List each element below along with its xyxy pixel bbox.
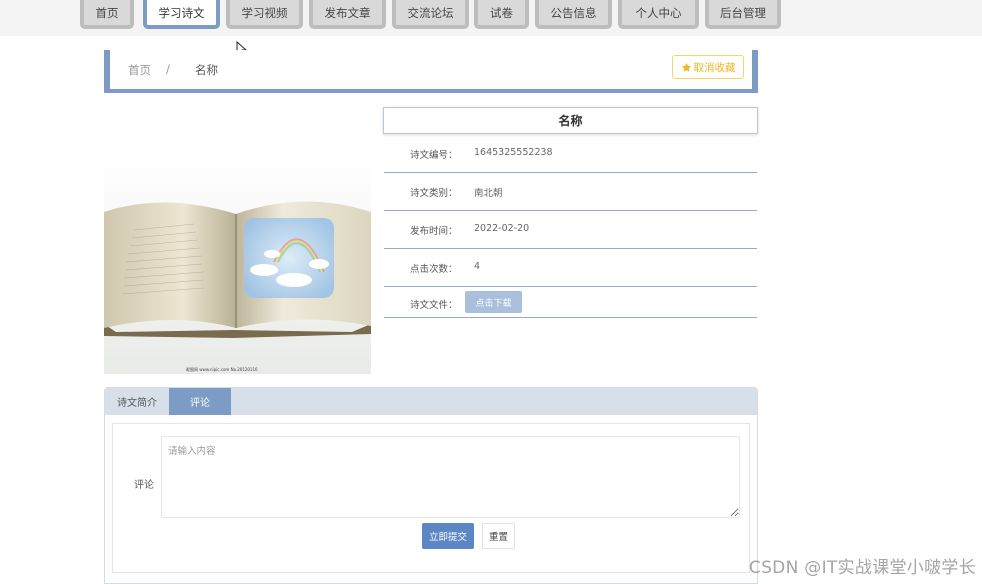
watermark-text: CSDN @IT实战课堂小啵学长 — [748, 558, 976, 578]
publish-time-label: 发布时间： — [410, 226, 458, 237]
nav-exam[interactable]: 试卷 — [474, 0, 529, 29]
category-value: 南北朝 — [474, 188, 503, 199]
comment-form: 评论 立即提交 重置 — [112, 423, 750, 573]
breadcrumb-separator: / — [166, 62, 170, 76]
tab-poem-intro[interactable]: 诗文简介 — [105, 388, 169, 415]
poem-title: 名称 — [383, 107, 758, 134]
breadcrumb-current: 名称 — [195, 63, 218, 77]
reset-button[interactable]: 重置 — [482, 523, 515, 549]
top-nav-bar: 首页 学习诗文 学习视频 发布文章 交流论坛 试卷 公告信息 个人中心 后台管理 — [0, 0, 982, 36]
nav-admin[interactable]: 后台管理 — [705, 0, 781, 29]
code-value: 1645325552238 — [474, 147, 553, 158]
nav-publish-article[interactable]: 发布文章 — [309, 0, 386, 29]
detail-tabs-panel: 诗文简介 评论 评论 立即提交 重置 — [104, 387, 758, 584]
info-row-clicks: 点击次数： 4 — [384, 249, 757, 287]
nav-study-videos[interactable]: 学习视频 — [226, 0, 303, 29]
star-icon — [681, 62, 691, 72]
cancel-favorite-button[interactable]: 取消收藏 — [672, 55, 744, 79]
submit-button[interactable]: 立即提交 — [422, 523, 474, 549]
tab-header: 诗文简介 评论 — [105, 388, 757, 415]
nav-forum[interactable]: 交流论坛 — [392, 0, 469, 29]
info-row-publish-time: 发布时间： 2022-02-20 — [384, 211, 757, 249]
nav-personal-center[interactable]: 个人中心 — [618, 0, 699, 29]
breadcrumb-home[interactable]: 首页 — [128, 62, 151, 78]
download-button[interactable]: 点击下载 — [465, 291, 522, 313]
category-label: 诗文类别： — [410, 188, 458, 199]
code-label: 诗文编号： — [410, 150, 458, 161]
nav-home[interactable]: 首页 — [80, 0, 134, 29]
info-row-file: 诗文文件： 点击下载 — [384, 287, 757, 318]
poem-cover-image: 昵图网 www.nipic.com No.20120116 — [104, 152, 371, 374]
cancel-favorite-label: 取消收藏 — [693, 61, 736, 74]
comment-label: 评论 — [134, 480, 154, 491]
publish-time-value: 2022-02-20 — [474, 223, 530, 234]
cover-caption: 昵图网 www.nipic.com No.20120116 — [186, 367, 258, 372]
clicks-value: 4 — [474, 261, 481, 272]
tab-comments[interactable]: 评论 — [169, 388, 231, 415]
clicks-label: 点击次数： — [410, 264, 458, 275]
file-label: 诗文文件： — [410, 300, 458, 311]
info-row-category: 诗文类别： 南北朝 — [384, 173, 757, 211]
nav-announcements[interactable]: 公告信息 — [535, 0, 612, 29]
breadcrumb: 首页 / 名称 取消收藏 — [104, 50, 758, 93]
info-row-code: 诗文编号： 1645325552238 — [384, 135, 757, 173]
nav-study-poems[interactable]: 学习诗文 — [143, 0, 220, 29]
comment-input[interactable] — [161, 436, 740, 518]
